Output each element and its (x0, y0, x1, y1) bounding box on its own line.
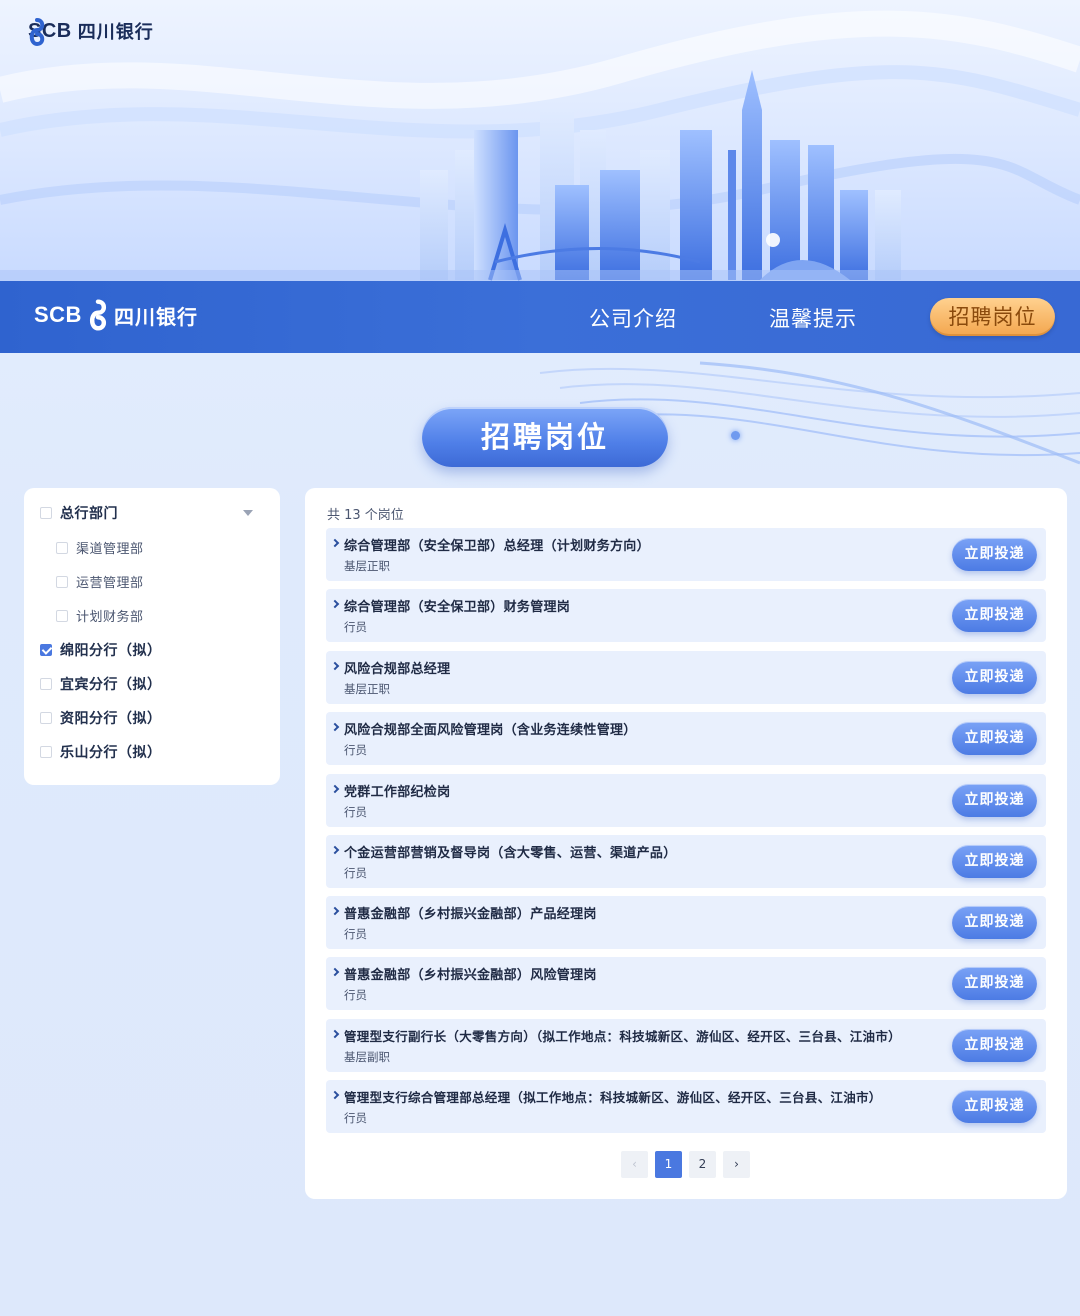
chevron-right-icon (330, 845, 340, 855)
chevron-right-icon (330, 599, 340, 609)
filter-label: 计划财务部 (76, 610, 144, 625)
chevron-down-icon[interactable] (243, 510, 253, 516)
job-title[interactable]: 综合管理部（安全保卫部）财务管理岗 (344, 596, 570, 615)
job-title[interactable]: 个金运营部营销及督导岗（含大零售、运营、渠道产品） (344, 842, 677, 861)
apply-button[interactable]: 立即投递 (952, 1029, 1037, 1062)
filter-operations-dept[interactable]: 运营管理部 (56, 572, 144, 591)
nav-company-intro[interactable]: 公司介绍 (589, 303, 677, 333)
pagination-next[interactable]: › (723, 1151, 750, 1178)
filter-yibin-branch[interactable]: 宜宾分行（拟） (40, 674, 162, 694)
chevron-right-icon (330, 661, 340, 671)
pagination-page-1[interactable]: 1 (655, 1151, 682, 1178)
job-card[interactable]: 风险合规部全面风险管理岗（含业务连续性管理） 行员 立即投递 (326, 712, 1046, 765)
filter-hq-departments[interactable]: 总行部门 (40, 503, 118, 523)
filter-label: 总行部门 (60, 506, 118, 522)
pagination-prev[interactable]: ‹ (621, 1151, 648, 1178)
checkbox[interactable] (56, 609, 68, 622)
job-title[interactable]: 管理型支行副行长（大零售方向）（拟工作地点：科技城新区、游仙区、经开区、三台县、… (344, 1026, 901, 1045)
filter-ziyang-branch[interactable]: 资阳分行（拟） (40, 708, 162, 728)
job-level: 行员 (344, 866, 367, 880)
apply-button[interactable]: 立即投递 (952, 538, 1037, 571)
filter-mianyang-branch[interactable]: 绵阳分行（拟） (40, 640, 162, 660)
filter-panel (24, 488, 280, 785)
job-title[interactable]: 普惠金融部（乡村振兴金融部）产品经理岗 (344, 903, 597, 922)
filter-label: 渠道管理部 (76, 542, 144, 557)
chevron-right-icon (330, 784, 340, 794)
apply-button[interactable]: 立即投递 (952, 1090, 1037, 1123)
job-level: 行员 (344, 805, 367, 819)
brand-cn: 四川银行 (77, 22, 154, 43)
chevron-right-icon (330, 1090, 340, 1100)
job-title[interactable]: 风险合规部总经理 (344, 658, 450, 677)
filter-label: 宜宾分行（拟） (60, 677, 162, 693)
city-skyline-illustration (0, 10, 1080, 282)
filter-label: 资阳分行（拟） (60, 711, 162, 727)
job-title[interactable]: 管理型支行综合管理部总经理（拟工作地点：科技城新区、游仙区、经开区、三台县、江油… (344, 1087, 882, 1106)
job-level: 行员 (344, 743, 367, 757)
hero-banner: SCB 四川银行 (0, 0, 1080, 282)
decorative-dot (731, 431, 740, 440)
job-card[interactable]: 个金运营部营销及督导岗（含大零售、运营、渠道产品） 行员 立即投递 (326, 835, 1046, 888)
brand-logo-nav[interactable]: SCB 四川银行 (34, 299, 198, 331)
checkbox[interactable] (40, 746, 52, 758)
pagination-page-2[interactable]: 2 (689, 1151, 716, 1178)
job-card[interactable]: 综合管理部（安全保卫部）总经理（计划财务方向） 基层正职 立即投递 (326, 528, 1046, 581)
job-level: 行员 (344, 927, 367, 941)
checkbox[interactable] (56, 575, 68, 588)
job-title[interactable]: 风险合规部全面风险管理岗（含业务连续性管理） (344, 719, 637, 738)
job-card[interactable]: 风险合规部总经理 基层正职 立即投递 (326, 651, 1046, 704)
job-title[interactable]: 综合管理部（安全保卫部）总经理（计划财务方向） (344, 535, 650, 554)
filter-label: 运营管理部 (76, 576, 144, 591)
job-level: 基层正职 (344, 559, 390, 573)
filter-label: 绵阳分行（拟） (60, 643, 162, 659)
apply-button[interactable]: 立即投递 (952, 661, 1037, 694)
apply-button[interactable]: 立即投递 (952, 906, 1037, 939)
top-navbar: SCB 四川银行 公司介绍 温馨提示 招聘岗位 (0, 281, 1080, 353)
checkbox[interactable] (40, 712, 52, 724)
job-card[interactable]: 党群工作部纪检岗 行员 立即投递 (326, 774, 1046, 827)
filter-label: 乐山分行（拟） (60, 745, 162, 761)
job-level: 行员 (344, 1111, 367, 1125)
scb-logo-icon (89, 299, 106, 331)
job-level: 行员 (344, 620, 367, 634)
job-card[interactable]: 综合管理部（安全保卫部）财务管理岗 行员 立即投递 (326, 589, 1046, 642)
scb-logo-icon (29, 18, 45, 46)
job-card[interactable]: 普惠金融部（乡村振兴金融部）产品经理岗 行员 立即投递 (326, 896, 1046, 949)
chevron-right-icon (330, 722, 340, 732)
nav-jobs[interactable]: 招聘岗位 (930, 298, 1055, 336)
apply-button[interactable]: 立即投递 (952, 845, 1037, 878)
job-level: 基层副职 (344, 1050, 390, 1064)
job-card[interactable]: 普惠金融部（乡村振兴金融部）风险管理岗 行员 立即投递 (326, 957, 1046, 1010)
filter-finance-dept[interactable]: 计划财务部 (56, 606, 144, 625)
chevron-right-icon (330, 967, 340, 977)
checkbox-checked[interactable] (40, 644, 52, 656)
apply-button[interactable]: 立即投递 (952, 967, 1037, 1000)
job-level: 行员 (344, 988, 367, 1002)
job-level: 基层正职 (344, 682, 390, 696)
apply-button[interactable]: 立即投递 (952, 784, 1037, 817)
job-title[interactable]: 普惠金融部（乡村振兴金融部）风险管理岗 (344, 964, 597, 983)
section-title: 招聘岗位 (422, 407, 668, 467)
checkbox[interactable] (56, 541, 68, 554)
checkbox[interactable] (40, 507, 52, 519)
brand-latin: SCB (34, 302, 82, 327)
chevron-right-icon (330, 538, 340, 548)
apply-button[interactable]: 立即投递 (952, 599, 1037, 632)
filter-channel-dept[interactable]: 渠道管理部 (56, 538, 144, 557)
filter-leshan-branch[interactable]: 乐山分行（拟） (40, 742, 162, 762)
brand-logo-top[interactable]: SCB 四川银行 (28, 18, 154, 46)
chevron-right-icon (330, 906, 340, 916)
checkbox[interactable] (40, 678, 52, 690)
brand-cn: 四川银行 (113, 304, 198, 329)
job-card[interactable]: 管理型支行副行长（大零售方向）（拟工作地点：科技城新区、游仙区、经开区、三台县、… (326, 1019, 1046, 1072)
job-count: 共 13 个岗位 (327, 508, 404, 523)
job-title[interactable]: 党群工作部纪检岗 (344, 781, 450, 800)
chevron-right-icon (330, 1029, 340, 1039)
apply-button[interactable]: 立即投递 (952, 722, 1037, 755)
job-card[interactable]: 管理型支行综合管理部总经理（拟工作地点：科技城新区、游仙区、经开区、三台县、江油… (326, 1080, 1046, 1133)
nav-tips[interactable]: 温馨提示 (769, 303, 857, 333)
